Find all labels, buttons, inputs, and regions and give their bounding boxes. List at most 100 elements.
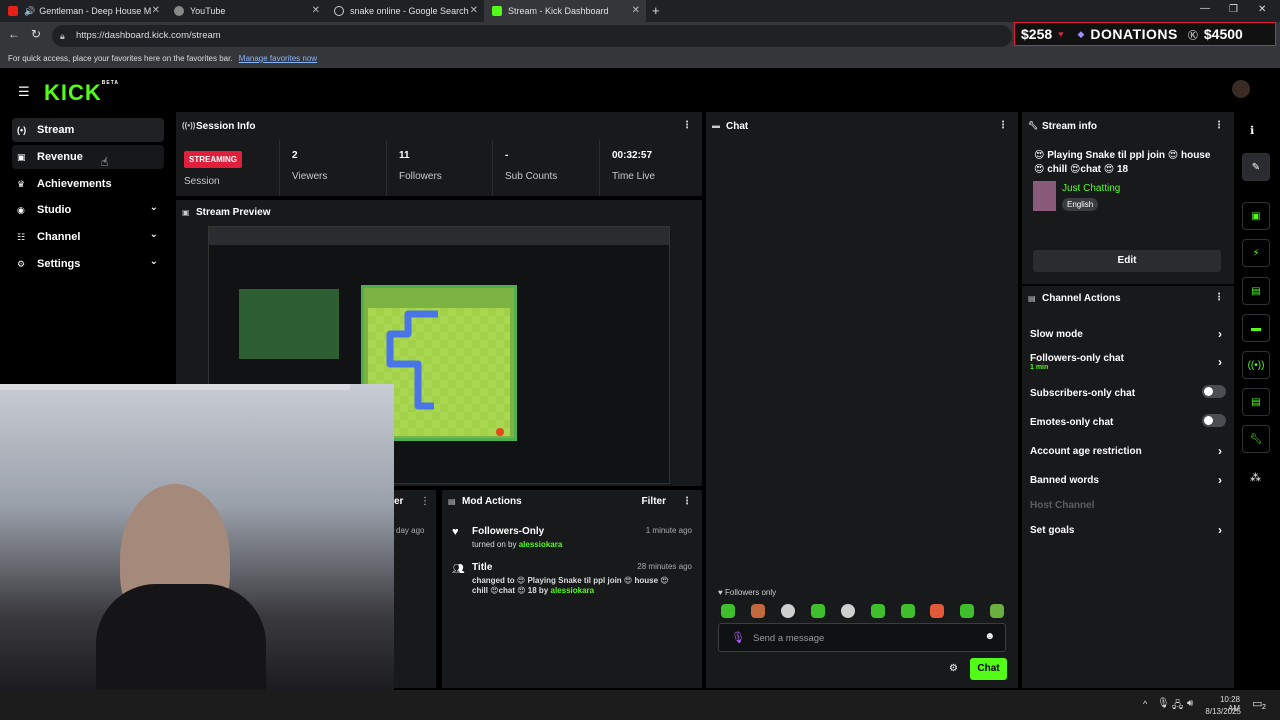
kebab-icon[interactable]: ⋮ (1214, 120, 1224, 131)
puzzle-icon[interactable]: ⁂ (1250, 471, 1261, 484)
kick-coin-icon: ◆ (1077, 28, 1085, 39)
chevron-down-icon: ⌄ (149, 229, 158, 240)
partial-panel: er ⋮ day ago (394, 490, 436, 688)
tab-1[interactable]: YouTube ✕ (166, 0, 326, 22)
sidebar-item-settings[interactable]: ⚙ Settings ⌄ (12, 252, 164, 276)
network-icon[interactable]: 🖧︎ (1172, 698, 1183, 715)
mod-actions-header: ▤ Mod Actions Filter ⋮ (442, 490, 702, 512)
kebab-icon[interactable]: ⋮ (682, 496, 692, 507)
edit-button[interactable]: Edit (1033, 250, 1221, 272)
mouse-cursor-icon: ☝ (101, 155, 109, 169)
emote-icon[interactable] (871, 604, 885, 618)
notification-icon[interactable]: ▭ (1252, 697, 1262, 710)
channel-icon[interactable]: ▤ (1242, 388, 1270, 416)
close-icon[interactable]: ✕ (632, 5, 640, 16)
chevron-down-icon: ⌄ (149, 256, 158, 267)
category-link[interactable]: Just Chatting (1062, 183, 1120, 194)
wrench-icon[interactable]: 🔧︎ (1242, 425, 1270, 453)
preview-icon: ▣ (182, 208, 190, 217)
emote-icon[interactable] (721, 604, 735, 618)
emote-icon[interactable] (901, 604, 915, 618)
emoji-icon[interactable]: ☻ (984, 631, 995, 642)
chat-send-button[interactable]: Chat (970, 658, 1007, 680)
preview-map-thumb (239, 289, 339, 359)
emote-icon[interactable] (841, 604, 855, 618)
k-coin-icon: Ⓚ (1187, 30, 1198, 42)
broadcast-icon[interactable]: ((•)) (1242, 351, 1270, 379)
sidebar-item-stream[interactable]: (•) Stream (12, 118, 164, 142)
menu-icon[interactable]: ☰ (18, 84, 30, 100)
sidebar-item-revenue[interactable]: ▣ Revenue (12, 145, 164, 169)
new-tab-button[interactable]: + (652, 3, 660, 18)
emote-icon[interactable] (960, 604, 974, 618)
emote-icon[interactable] (930, 604, 944, 618)
mod-item-user[interactable]: alessiokara (519, 540, 563, 549)
mod-item-user[interactable]: alessiokara (551, 586, 595, 595)
chevron-up-icon[interactable]: ^ (1143, 699, 1147, 709)
back-icon[interactable]: ← (8, 27, 20, 41)
subscribers-only-toggle[interactable] (1202, 385, 1226, 398)
emote-icon[interactable] (811, 604, 825, 618)
mic-icon[interactable]: 🎙︎ (1157, 698, 1170, 709)
set-goals-row[interactable]: Set goals › (1030, 523, 1226, 537)
chat-input[interactable]: 🎙︎ Send a message ☻ (718, 623, 1006, 652)
action-label: Host Channel (1030, 500, 1095, 511)
kick-icon (492, 6, 502, 16)
mod-actions-panel: ▤ Mod Actions Filter ⋮ ♥ Followers-Only … (442, 490, 702, 688)
emote-icon[interactable] (781, 604, 795, 618)
screen-icon[interactable]: ▣ (1242, 202, 1270, 230)
kebab-icon[interactable]: ⋮ (682, 120, 692, 131)
minimize-button[interactable]: — (1200, 3, 1210, 14)
slow-mode-row[interactable]: Slow mode › (1030, 327, 1226, 341)
info-icon[interactable]: ℹ (1250, 124, 1254, 137)
emote-icon[interactable] (751, 604, 765, 618)
followers-only-row[interactable]: Followers-only chat › 1 min (1030, 353, 1226, 371)
close-icon[interactable]: ✕ (312, 5, 320, 16)
refresh-icon[interactable]: ↻ (31, 27, 41, 41)
heart-icon: ♥ (452, 526, 459, 538)
panel-title: Mod Actions (462, 495, 522, 507)
volume-icon[interactable]: 🔊︎ (1187, 698, 1193, 709)
restore-button[interactable]: ❐ (1229, 4, 1238, 15)
broadcast-icon: (•) (17, 125, 27, 135)
url-field[interactable]: 🔒︎ https://dashboard.kick.com/stream (52, 25, 1012, 47)
clock-date[interactable]: 8/13/2025 (1204, 707, 1241, 716)
banned-words-row[interactable]: Banned words › (1030, 473, 1226, 487)
kebab-icon[interactable]: ⋮ (420, 496, 430, 507)
close-icon[interactable]: ✕ (470, 5, 478, 16)
mic-icon[interactable]: 🎙︎ (731, 631, 745, 644)
manage-favorites-link[interactable]: Manage favorites now (239, 54, 317, 63)
tab-0[interactable]: 🔊 Gentleman - Deep House M ✕ (0, 0, 166, 22)
sidebar-item-studio[interactable]: ◉ Studio ⌄ (12, 198, 164, 222)
pencil-icon[interactable]: ✎ (1242, 153, 1270, 181)
action-sub: 1 min (1030, 364, 1049, 371)
sidebar-item-channel[interactable]: ☷ Channel ⌄ (12, 225, 164, 249)
action-label: Slow mode (1030, 329, 1083, 340)
sidebar-item-achievements[interactable]: ♛ Achievements (12, 172, 164, 196)
kebab-icon[interactable]: ⋮ (998, 120, 1008, 131)
stat-sub-counts: - Sub Counts (492, 140, 599, 196)
chat-bubble-icon[interactable]: ▬ (1242, 314, 1270, 342)
account-age-row[interactable]: Account age restriction › (1030, 444, 1226, 458)
lightning-icon[interactable]: ⚡︎ (1242, 239, 1270, 267)
kick-logo[interactable]: KICKBETA (44, 80, 119, 106)
speaker-icon[interactable]: 🔊 (24, 6, 35, 17)
close-icon[interactable]: ✕ (152, 5, 160, 16)
window-close-button[interactable]: ✕ (1258, 4, 1266, 15)
filter-button[interactable]: Filter (642, 496, 666, 507)
tab-3[interactable]: Stream - Kick Dashboard ✕ (484, 0, 646, 22)
panel-title: Session Info (196, 120, 256, 132)
emotes-only-toggle[interactable] (1202, 414, 1226, 427)
mod-item-time: 28 minutes ago (637, 562, 692, 571)
action-label: Banned words (1030, 475, 1099, 486)
kebab-icon[interactable]: ⋮ (1214, 292, 1224, 303)
avatar[interactable] (1232, 80, 1250, 98)
mod-item-title: Title (472, 562, 493, 573)
gear-icon[interactable]: ⚙ (949, 663, 958, 674)
emote-icon[interactable] (990, 604, 1004, 618)
tab-2[interactable]: snake online - Google Search ✕ (326, 0, 484, 22)
session-info-header: ((•)) Session Info ⋮ (176, 112, 702, 140)
broadcast-icon: ((•)) (182, 121, 196, 130)
heart-icon: ♥ (1058, 29, 1064, 39)
document-icon[interactable]: ▤ (1242, 277, 1270, 305)
